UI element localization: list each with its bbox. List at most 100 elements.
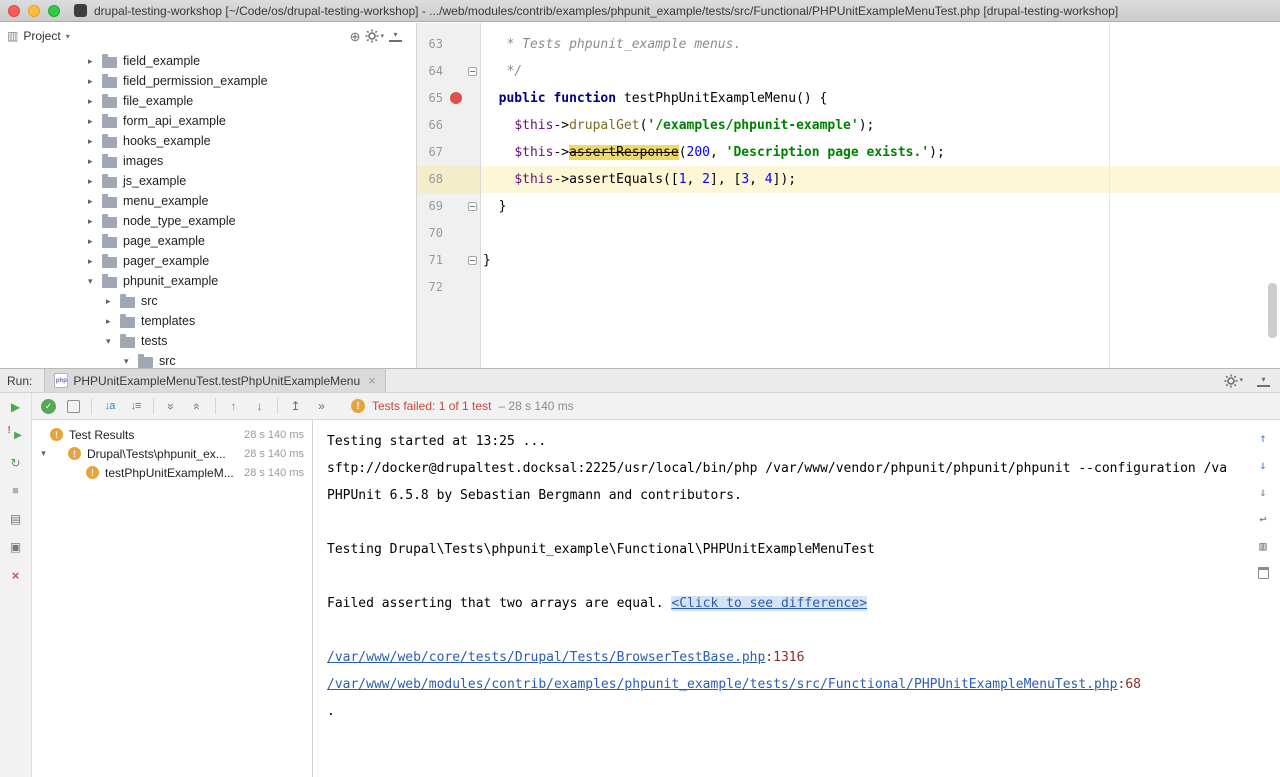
chevron-down-icon[interactable]: ▾: [124, 356, 137, 367]
more-options-button[interactable]: »: [313, 398, 330, 415]
tree-item-phpunit-example[interactable]: ▾phpunit_example: [0, 271, 416, 291]
code-line-72[interactable]: 72: [417, 274, 1280, 301]
minimize-window-button[interactable]: [28, 5, 40, 17]
close-tab-icon[interactable]: ×: [368, 373, 376, 388]
fold-marker-icon[interactable]: [468, 202, 477, 211]
line-number[interactable]: 64: [417, 58, 443, 85]
soft-wrap-button[interactable]: ↩: [1255, 511, 1271, 527]
editor-gutter[interactable]: 72: [417, 274, 481, 301]
code-line-71[interactable]: 71 }: [417, 247, 1280, 274]
code-text[interactable]: $this->assertResponse(200, 'Description …: [481, 139, 1280, 166]
editor-scrollbar[interactable]: [1268, 283, 1277, 338]
tree-item-pager-example[interactable]: ▸pager_example: [0, 251, 416, 271]
chevron-right-icon[interactable]: ▸: [106, 316, 119, 327]
close-window-button[interactable]: [8, 5, 20, 17]
run-tab[interactable]: php PHPUnitExampleMenuTest.testPhpUnitEx…: [44, 369, 385, 392]
line-number[interactable]: 63: [417, 31, 443, 58]
sort-alphabetically-button[interactable]: ↓a: [101, 398, 118, 415]
export-test-results-button[interactable]: ↥: [287, 398, 304, 415]
sort-by-duration-button[interactable]: ↓≡: [127, 398, 144, 415]
editor-gutter[interactable]: 64: [417, 58, 481, 85]
chevron-down-icon[interactable]: ▾: [106, 336, 119, 347]
next-failed-test-button[interactable]: ↓: [251, 398, 268, 415]
chevron-right-icon[interactable]: ▸: [88, 196, 101, 207]
scroll-to-end-button[interactable]: ⇓: [1255, 484, 1271, 500]
editor-gutter[interactable]: 65: [417, 85, 481, 112]
chevron-down-icon[interactable]: ▾: [88, 276, 101, 287]
rerun-test-button[interactable]: ▶: [8, 399, 24, 415]
code-text[interactable]: }: [481, 193, 1280, 220]
locate-file-icon[interactable]: ⊕: [350, 30, 361, 43]
code-line-70[interactable]: 70: [417, 220, 1280, 247]
chevron-right-icon[interactable]: ▸: [88, 56, 101, 67]
hide-panel-icon[interactable]: ▾: [389, 30, 402, 42]
up-the-stack-trace-button[interactable]: ↑: [1255, 430, 1271, 446]
editor-gutter[interactable]: 69: [417, 193, 481, 220]
code-line-63[interactable]: 63 * Tests phpunit_example menus.: [417, 31, 1280, 58]
line-number[interactable]: 70: [417, 220, 443, 247]
chevron-right-icon[interactable]: ▸: [88, 176, 101, 187]
zoom-window-button[interactable]: [48, 5, 60, 17]
tree-item-hooks-example[interactable]: ▸hooks_example: [0, 131, 416, 151]
test-history-button[interactable]: ▤: [8, 511, 24, 527]
code-text[interactable]: }: [481, 247, 1280, 274]
tree-item-field-permission-example[interactable]: ▸field_permission_example: [0, 71, 416, 91]
stack-trace-link[interactable]: /var/www/web/core/tests/Drupal/Tests/Bro…: [327, 650, 765, 665]
toggle-auto-test-button[interactable]: ↻: [8, 455, 24, 471]
fold-marker-icon[interactable]: [468, 67, 477, 76]
editor-gutter[interactable]: 66: [417, 112, 481, 139]
previous-failed-test-button[interactable]: ↑: [225, 398, 242, 415]
test-failed-gutter-icon[interactable]: [450, 92, 462, 104]
tree-item-field-example[interactable]: ▸field_example: [0, 51, 416, 71]
chevron-down-icon[interactable]: ▾: [66, 32, 70, 41]
close-panel-button[interactable]: ×: [8, 567, 24, 583]
code-editor[interactable]: 63 * Tests phpunit_example menus. 64 */ …: [417, 23, 1280, 368]
tree-item-page-example[interactable]: ▸page_example: [0, 231, 416, 251]
line-number[interactable]: 72: [417, 274, 443, 301]
tree-item-file-example[interactable]: ▸file_example: [0, 91, 416, 111]
tree-item-menu-example[interactable]: ▸menu_example: [0, 191, 416, 211]
code-line-69[interactable]: 69 }: [417, 193, 1280, 220]
test-case-row[interactable]: ! testPhpUnitExampleM... 28 s 140 ms: [32, 463, 312, 482]
line-number[interactable]: 69: [417, 193, 443, 220]
down-the-stack-trace-button[interactable]: ↓: [1255, 457, 1271, 473]
tree-item-templates[interactable]: ▸templates: [0, 311, 416, 331]
code-text[interactable]: $this->assertEquals([1, 2], [3, 4]);: [481, 166, 1280, 193]
code-line-64[interactable]: 64 */: [417, 58, 1280, 85]
project-panel-title[interactable]: Project: [23, 29, 60, 43]
code-line-66[interactable]: 66 $this->drupalGet('/examples/phpunit-e…: [417, 112, 1280, 139]
chevron-right-icon[interactable]: ▸: [88, 156, 101, 167]
tree-item-images[interactable]: ▸images: [0, 151, 416, 171]
line-number[interactable]: 66: [417, 112, 443, 139]
tree-item-form-api-example[interactable]: ▸form_api_example: [0, 111, 416, 131]
clear-all-button[interactable]: [1255, 565, 1271, 581]
test-suite-row[interactable]: ▾ ! Drupal\Tests\phpunit_ex... 28 s 140 …: [32, 444, 312, 463]
chevron-down-icon[interactable]: ▾: [37, 448, 50, 459]
code-text[interactable]: */: [481, 58, 1280, 85]
editor-gutter[interactable]: 68: [417, 166, 481, 193]
show-passed-button[interactable]: ✓: [41, 399, 56, 414]
chevron-right-icon[interactable]: ▸: [88, 116, 101, 127]
test-results-root-row[interactable]: ! Test Results 28 s 140 ms: [32, 425, 312, 444]
see-difference-link[interactable]: <Click to see difference>: [671, 596, 867, 611]
rerun-failed-tests-button[interactable]: !▶: [8, 427, 24, 443]
track-running-test-button[interactable]: [65, 398, 82, 415]
hide-panel-icon[interactable]: ▾: [1257, 375, 1270, 387]
code-line-68-current[interactable]: 68 $this->assertEquals([1, 2], [3, 4]);: [417, 166, 1280, 193]
tree-item-src[interactable]: ▸src: [0, 291, 416, 311]
code-line-65[interactable]: 65 public function testPhpUnitExampleMen…: [417, 85, 1280, 112]
tree-item-tests[interactable]: ▾tests: [0, 331, 416, 351]
line-number[interactable]: 65: [417, 85, 443, 112]
code-text[interactable]: [481, 274, 1280, 301]
editor-gutter[interactable]: 71: [417, 247, 481, 274]
line-number[interactable]: 68: [417, 166, 443, 193]
code-text[interactable]: $this->drupalGet('/examples/phpunit-exam…: [481, 112, 1280, 139]
code-text[interactable]: * Tests phpunit_example menus.: [481, 31, 1280, 58]
fold-marker-icon[interactable]: [468, 256, 477, 265]
code-text[interactable]: [481, 220, 1280, 247]
collapse-all-button[interactable]: «: [189, 398, 206, 415]
editor-gutter[interactable]: 63: [417, 31, 481, 58]
settings-gear-icon[interactable]: ▾: [365, 29, 384, 43]
expand-all-button[interactable]: »: [163, 398, 180, 415]
editor-gutter[interactable]: 67: [417, 139, 481, 166]
